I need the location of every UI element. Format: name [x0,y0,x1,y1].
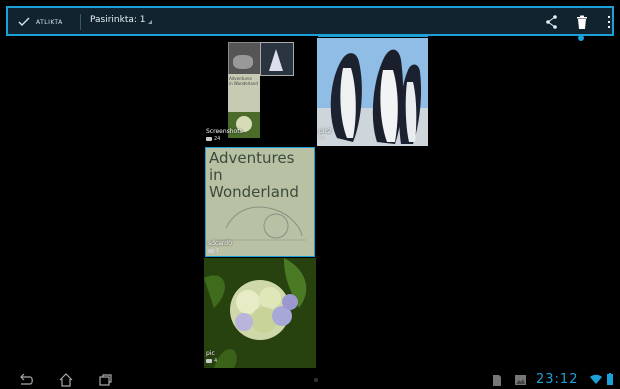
selection-indicator [318,35,428,37]
folder-icon [319,136,325,140]
done-button[interactable]: ATLIKTA [18,13,63,31]
checkmark-icon [18,17,30,26]
status-clock: 23:12 [536,372,579,387]
album-tile-pic[interactable]: pic 4 [204,258,316,368]
recent-apps-icon[interactable] [97,373,113,387]
album-count: 4 [206,358,217,364]
album-name: pic [206,350,215,357]
album-name: sdcard0 [208,240,232,247]
album-tile-pic2[interactable]: pic2 [317,38,428,146]
album-tile-screenshots[interactable]: Adventures in Wonderland Screenshots 24 [204,38,316,146]
thumbnail-stack: Adventures in Wonderland [228,74,260,112]
penguins-thumbnail [317,38,428,146]
thumbnail-stack [260,42,294,76]
action-bar: ATLIKTA Pasirinkta: 1 [6,6,614,36]
folder-icon [206,359,212,363]
overflow-menu-icon[interactable] [602,14,616,30]
album-count: 1 [208,248,219,254]
battery-icon [607,373,613,385]
document-notification-icon[interactable] [492,375,502,386]
album-name: pic2 [319,128,332,135]
selection-count-label: Pasirinkta: 1 [90,15,146,25]
delete-icon[interactable] [575,14,589,30]
selection-dropdown[interactable]: Pasirinkta: 1 [90,15,152,25]
done-label: ATLIKTA [36,18,63,26]
image-notification-icon[interactable] [515,375,526,385]
menu-indicator-dot [578,35,584,41]
folder-icon [208,249,214,253]
home-icon[interactable] [58,373,74,387]
back-icon[interactable] [18,373,34,387]
system-bar: 23:12 [0,370,620,389]
dropdown-corner-icon [147,20,152,24]
share-icon[interactable] [545,14,559,30]
thumbnail-stack [228,42,262,76]
album-count: 24 [206,136,220,142]
folder-icon [206,137,212,141]
album-name: Screenshots [206,128,243,135]
action-bar-divider [80,14,81,30]
album-count [319,136,327,140]
hydrangea-thumbnail [204,258,316,368]
wifi-icon [590,374,602,384]
album-tile-sdcard0[interactable]: Adventures in Wonderland sdcard0 1 [205,147,315,257]
